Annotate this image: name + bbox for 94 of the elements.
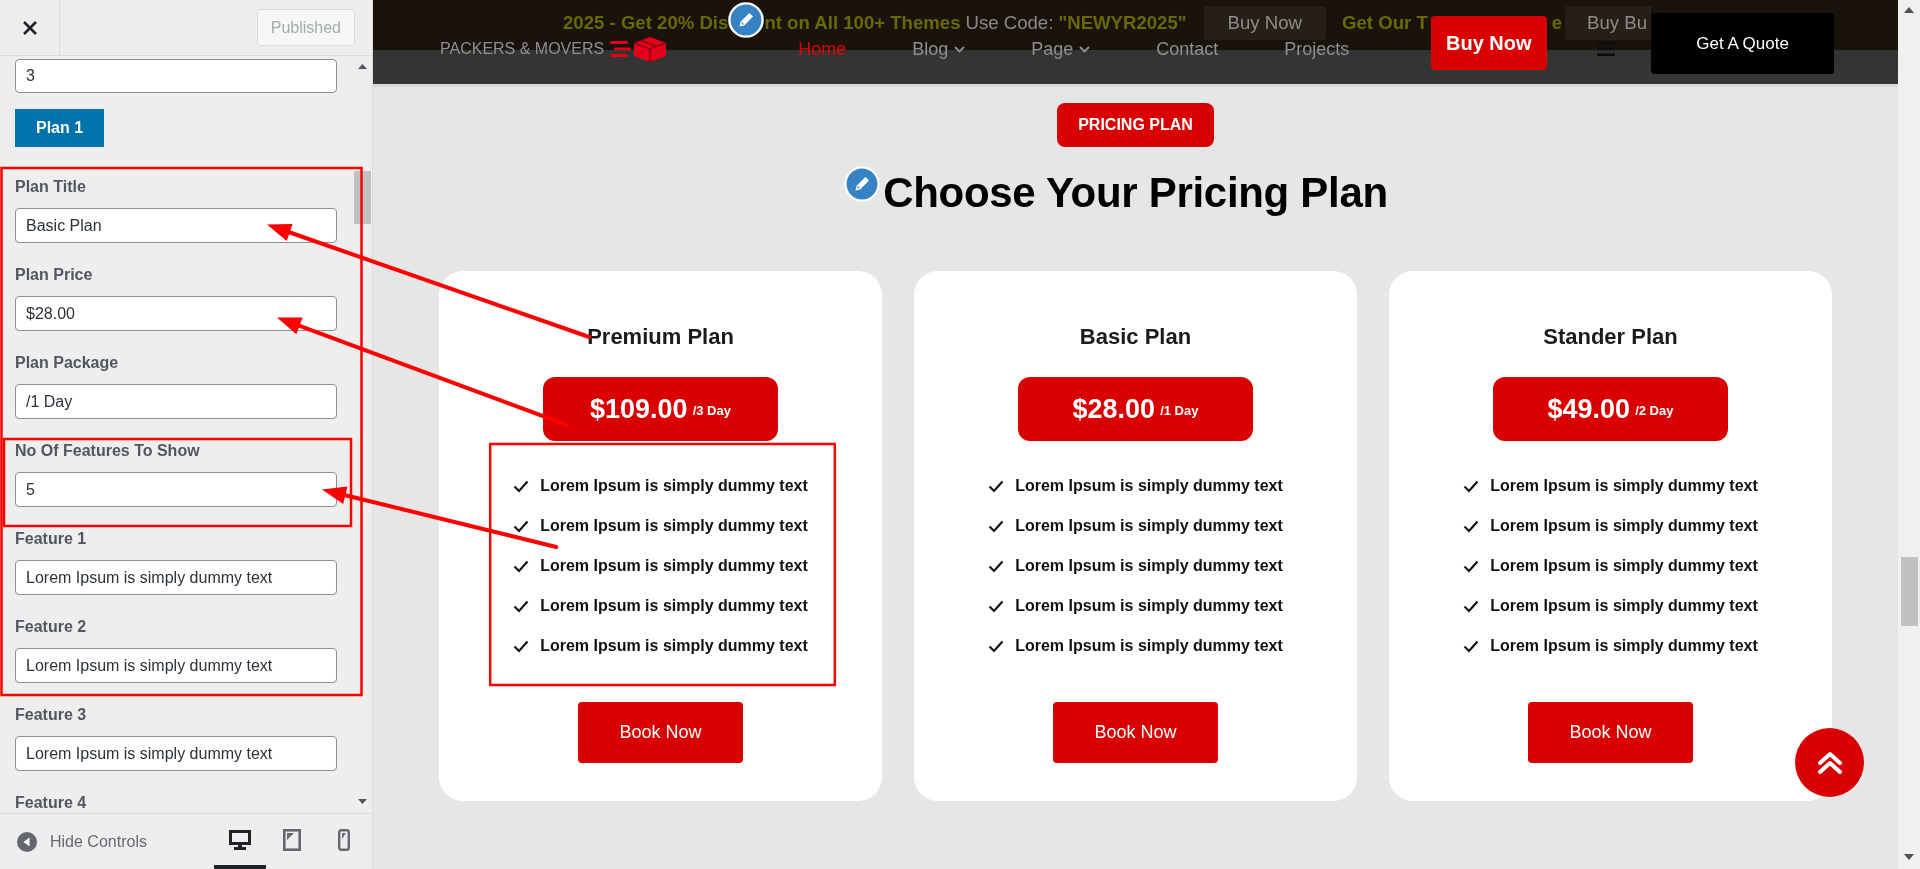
- plan-button[interactable]: Plan 1: [15, 109, 105, 147]
- nav-link[interactable]: Blog: [912, 38, 966, 60]
- check-icon: [513, 599, 530, 613]
- chevron-down-icon: [954, 45, 966, 53]
- check-icon: [1463, 559, 1480, 573]
- plan-title: Basic Plan: [1079, 323, 1192, 351]
- feature-text: Lorem Ipsum is simply dummy text: [1490, 597, 1758, 615]
- feature-text: Lorem Ipsum is simply dummy text: [1015, 597, 1283, 615]
- feature-text: Lorem Ipsum is simply dummy text: [1015, 477, 1283, 495]
- field-label: Feature 4: [15, 793, 87, 813]
- cta-button[interactable]: Buy Now: [1430, 16, 1547, 70]
- section-badge: PRICING PLAN: [1057, 103, 1214, 147]
- text-field[interactable]: $28.00: [15, 296, 337, 331]
- book-now-button[interactable]: Book Now: [1053, 702, 1218, 763]
- plan-period: /3 Day: [692, 402, 731, 418]
- scroll-up-arrow-icon[interactable]: [1904, 7, 1914, 13]
- feature-text: Lorem Ipsum is simply dummy text: [540, 517, 808, 535]
- plan-price: $28.00: [1072, 393, 1156, 425]
- promo-text: 2025 - Get 20% Dis: [563, 12, 729, 34]
- feature-text: Lorem Ipsum is simply dummy text: [1015, 557, 1283, 575]
- scroll-down-arrow-icon[interactable]: [358, 799, 367, 804]
- header-button[interactable]: Get A Quote: [1651, 13, 1835, 74]
- text-field[interactable]: 3: [15, 59, 337, 93]
- field-label: Feature 3: [15, 705, 87, 725]
- nav-link[interactable]: Contact: [1156, 38, 1219, 60]
- check-icon: [988, 519, 1005, 533]
- check-icon: [988, 559, 1005, 573]
- promo-text: e: [1551, 12, 1563, 34]
- check-icon: [988, 639, 1005, 653]
- monitor-icon: [229, 829, 251, 850]
- check-icon: [513, 519, 530, 533]
- scrollbar-track[interactable]: [1898, 0, 1920, 869]
- hide-controls-button[interactable]: Hide Controls: [0, 814, 151, 869]
- feature-text: Lorem Ipsum is simply dummy text: [1490, 557, 1758, 575]
- nav-link[interactable]: Projects: [1284, 38, 1350, 60]
- tablet-icon: [283, 828, 301, 851]
- feature-text: Lorem Ipsum is simply dummy text: [540, 477, 808, 495]
- text-field[interactable]: Basic Plan: [15, 208, 337, 243]
- box-logo-icon: [610, 36, 667, 62]
- field-label: Feature 1: [15, 529, 87, 549]
- field-label: Plan Package: [15, 353, 119, 373]
- plan-period: /2 Day: [1635, 402, 1674, 418]
- check-icon: [1463, 479, 1480, 493]
- feature-text: Lorem Ipsum is simply dummy text: [1490, 517, 1758, 535]
- check-icon: [988, 479, 1005, 493]
- field-label: Plan Price: [15, 265, 93, 285]
- feature-text: Lorem Ipsum is simply dummy text: [1490, 477, 1758, 495]
- text-field[interactable]: Lorem Ipsum is simply dummy text: [15, 736, 337, 771]
- check-icon: [513, 479, 530, 493]
- feature-text: Lorem Ipsum is simply dummy text: [1015, 517, 1283, 535]
- plan-title: Premium Plan: [587, 323, 734, 351]
- promo-text: nt on All 100+ Themes: [764, 12, 961, 34]
- scroll-down-arrow-icon[interactable]: [1904, 854, 1914, 860]
- text-field[interactable]: Lorem Ipsum is simply dummy text: [15, 560, 337, 595]
- field-label: Feature 2: [15, 617, 87, 637]
- promo-button[interactable]: Buy Now: [1203, 6, 1326, 40]
- check-icon: [1463, 599, 1480, 613]
- nav-link[interactable]: Page: [1031, 38, 1091, 60]
- text-field[interactable]: Lorem Ipsum is simply dummy text: [15, 648, 337, 683]
- check-icon: [1463, 519, 1480, 533]
- section-title: Choose Your Pricing Plan: [883, 169, 1388, 217]
- scroll-up-arrow-icon[interactable]: [358, 64, 367, 69]
- promo-text: Use Code:: [965, 12, 1054, 34]
- nav-link[interactable]: Home: [798, 38, 847, 60]
- check-icon: [513, 639, 530, 653]
- field-label: No Of Features To Show: [15, 441, 200, 461]
- book-now-button[interactable]: Book Now: [1528, 702, 1693, 763]
- plan-price: $49.00: [1547, 393, 1631, 425]
- feature-text: Lorem Ipsum is simply dummy text: [540, 597, 808, 615]
- feature-text: Lorem Ipsum is simply dummy text: [1490, 637, 1758, 655]
- feature-text: Lorem Ipsum is simply dummy text: [540, 557, 808, 575]
- feature-text: Lorem Ipsum is simply dummy text: [1015, 637, 1283, 655]
- check-icon: [513, 559, 530, 573]
- promo-text: Get Our T: [1342, 12, 1428, 34]
- chevron-down-icon: [1079, 45, 1091, 53]
- double-chevron-up-icon: [1816, 750, 1843, 775]
- feature-text: Lorem Ipsum is simply dummy text: [540, 637, 808, 655]
- text-field[interactable]: /1 Day: [15, 384, 337, 419]
- check-icon: [988, 599, 1005, 613]
- plan-title: Stander Plan: [1543, 323, 1678, 351]
- field-label: Plan Title: [15, 177, 86, 197]
- plan-price: $109.00: [590, 393, 688, 425]
- pencil-icon[interactable]: [728, 2, 765, 38]
- phone-icon: [338, 828, 350, 851]
- plan-period: /1 Day: [1160, 402, 1199, 418]
- text-field[interactable]: 5: [15, 472, 337, 507]
- check-icon: [1463, 639, 1480, 653]
- promo-text: "NEWYR2025": [1058, 12, 1187, 34]
- close-icon: [21, 19, 38, 36]
- arrow-left-circle-icon: [17, 831, 37, 852]
- brand-name: PACKERS & MOVERS: [440, 40, 605, 58]
- scrollbar-thumb[interactable]: [1900, 557, 1918, 626]
- promo-button[interactable]: Buy Bu: [1565, 6, 1652, 40]
- book-now-button[interactable]: Book Now: [578, 702, 743, 763]
